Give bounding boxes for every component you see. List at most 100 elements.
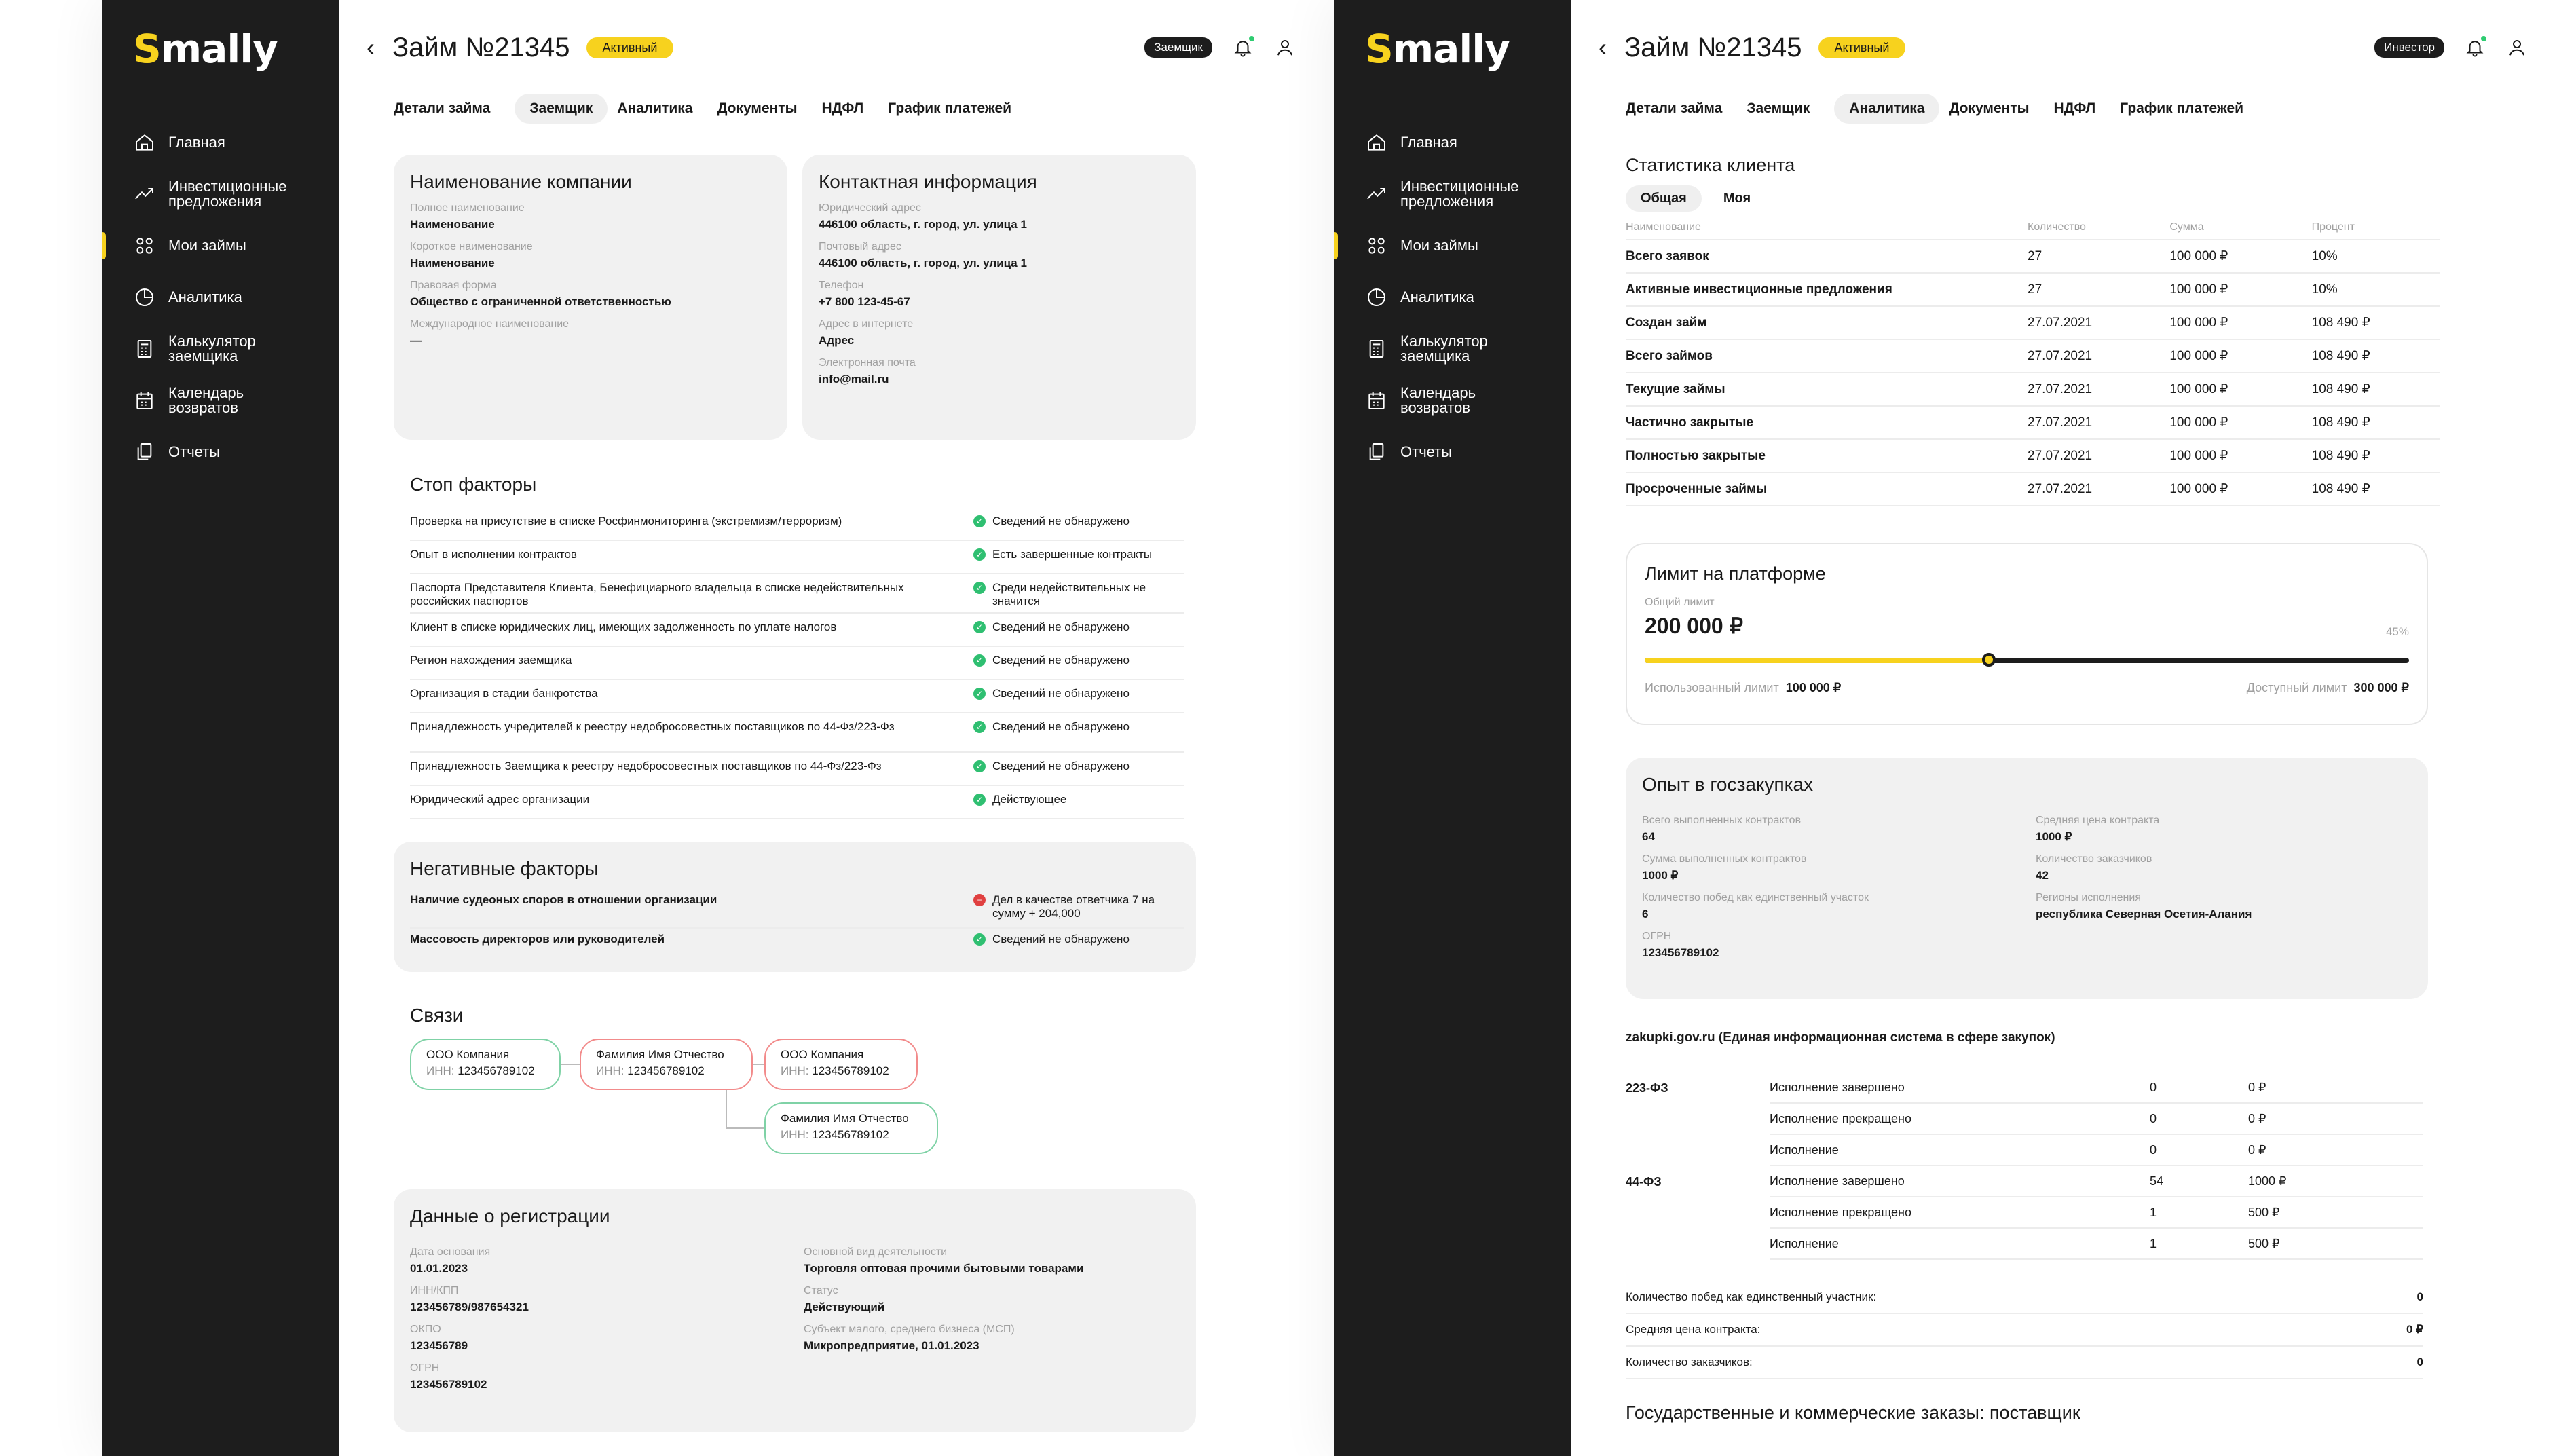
stop-factor-text: Клиент в списке юридических лиц, имеющих… xyxy=(410,620,837,633)
limit-progress-knob[interactable] xyxy=(1981,653,1996,667)
sidebar-item[interactable]: Инвестиционные предложения xyxy=(102,168,339,220)
tab[interactable]: Документы xyxy=(1949,94,2044,124)
role-badge[interactable]: Инвестор xyxy=(2374,37,2444,58)
field-label: Юридический адрес xyxy=(819,202,921,214)
sidebar-item[interactable]: Главная xyxy=(102,117,339,168)
tab[interactable]: График платежей xyxy=(888,94,1026,124)
logo[interactable]: Smally xyxy=(133,26,278,72)
zakupki-status: Исполнение xyxy=(1770,1229,2150,1260)
trend-icon xyxy=(133,183,156,206)
stats-cell: 10% xyxy=(2311,282,2338,297)
links-title: Связи xyxy=(410,1005,464,1026)
field-value: Торговля оптовая прочими бытовыми товара… xyxy=(804,1262,1084,1275)
link-node-company-1[interactable]: ООО Компания ИНН: 123456789102 xyxy=(410,1039,561,1090)
zakupki-summary: Количество побед как единственный участн… xyxy=(1626,1282,2423,1379)
registration-fields-left: Дата основания 01.01.2023 ИНН/КПП 123456789… xyxy=(410,1237,804,1392)
field-value: республика Северная Осетия-Алания xyxy=(2036,908,2252,920)
field-value: info@mail.ru xyxy=(819,373,889,386)
field-value: Общество с ограниченной ответственностью xyxy=(410,295,671,308)
user-icon[interactable] xyxy=(1273,36,1296,59)
stop-factor-status: ✓ Среди недействительных не значится xyxy=(973,581,1177,612)
tab[interactable]: Заемщик xyxy=(1747,94,1825,124)
user-icon[interactable] xyxy=(2505,36,2528,59)
switch-general[interactable]: Общая xyxy=(1626,185,1702,212)
stats-switch: Общая Моя xyxy=(1626,185,2440,212)
stats-cell: 108 490 ₽ xyxy=(2311,415,2370,430)
tab[interactable]: Заемщик xyxy=(515,94,608,124)
stop-factor-row: Опыт в исполнении контрактов ✓ Есть заверш… xyxy=(410,541,1184,574)
zakupki-count: 1 xyxy=(2150,1197,2248,1229)
back-icon[interactable]: ‹ xyxy=(367,33,375,62)
stats-cell: 108 490 ₽ xyxy=(2311,349,2370,363)
summary-value: 0 xyxy=(2416,1356,2423,1368)
field-label: Электронная почта xyxy=(819,357,916,369)
tab[interactable]: Аналитика xyxy=(1834,94,1940,124)
zakupki-sum: 1000 ₽ xyxy=(2248,1166,2423,1197)
tab[interactable]: Документы xyxy=(717,94,812,124)
field-value: 6 xyxy=(1642,908,1649,920)
link-node-company-2[interactable]: ООО Компания ИНН: 123456789102 xyxy=(764,1039,918,1090)
registration-title: Данные о регистрации xyxy=(410,1206,610,1227)
bell-icon[interactable] xyxy=(2463,36,2486,59)
stats-row: Полностью закрытые 27.07.2021 100 000 ₽ 108… xyxy=(1626,440,2440,473)
stop-factor-row: Регион нахождения заемщика ✓ Сведений не о… xyxy=(410,647,1184,680)
sidebar-item[interactable]: Аналитика xyxy=(1334,272,1571,323)
check-icon: ✓ xyxy=(973,933,986,946)
sidebar-item[interactable]: Мои займы xyxy=(1334,220,1571,272)
sidebar-nav: Главная Инвестиционные предложения Мои зай… xyxy=(1334,117,1571,478)
tab[interactable]: График платежей xyxy=(2120,94,2258,124)
sidebar-item[interactable]: Календарь возвратов xyxy=(102,375,339,426)
switch-mine[interactable]: Моя xyxy=(1709,185,1766,212)
sidebar-item-label: Мои займы xyxy=(1400,237,1478,254)
role-badge[interactable]: Заемщик xyxy=(1144,37,1212,58)
pie-icon xyxy=(1365,286,1388,309)
link-node-person-1[interactable]: Фамилия Имя Отчество ИНН: 123456789102 xyxy=(580,1039,753,1090)
sidebar-item[interactable]: Калькулятор заемщика xyxy=(1334,323,1571,375)
zakupki-status: Исполнение завершено xyxy=(1770,1072,2150,1104)
calendar-icon xyxy=(133,389,156,412)
law-label: 223-ФЗ xyxy=(1626,1081,1668,1095)
sidebar-item[interactable]: Отчеты xyxy=(1334,426,1571,478)
stats-cell: 108 490 ₽ xyxy=(2311,382,2370,396)
stats-cell: 100 000 ₽ xyxy=(2169,449,2228,463)
experience-fields-left: Всего выполненных контрактов 64 Сумма выпо… xyxy=(1642,805,2036,960)
stats-row: Всего заявок 27 100 000 ₽ 10% xyxy=(1626,240,2440,274)
field-label: Количество заказчиков xyxy=(2036,853,2152,865)
field-value: — xyxy=(410,334,422,347)
sidebar-nav: Главная Инвестиционные предложения Мои зай… xyxy=(102,117,339,478)
zakupki-status: Исполнение прекращено xyxy=(1770,1104,2150,1135)
tab[interactable]: Аналитика xyxy=(617,94,707,124)
main-content: ‹ Займ №21345 Активный Инвестор Детали з… xyxy=(1571,0,2576,1456)
stop-factor-status-text: Сведений не обнаружено xyxy=(992,515,1130,527)
back-icon[interactable]: ‹ xyxy=(1599,33,1607,62)
sidebar-item[interactable]: Аналитика xyxy=(102,272,339,323)
stats-cell: 108 490 ₽ xyxy=(2311,482,2370,496)
field-label: Короткое наименование xyxy=(410,241,533,253)
stats-cell: 27.07.2021 xyxy=(2028,448,2093,463)
grid-icon xyxy=(133,234,156,257)
sidebar-item[interactable]: Главная xyxy=(1334,117,1571,168)
tab[interactable]: НДФЛ xyxy=(822,94,879,124)
calculator-icon xyxy=(133,337,156,360)
borrower-screen: Smally Главная Инвестиционные предложения… xyxy=(102,0,1354,1456)
sidebar-item[interactable]: Калькулятор заемщика xyxy=(102,323,339,375)
negative-factor-status: ✓ Сведений не обнаружено xyxy=(973,933,1177,960)
field-value: Микропредприятие, 01.01.2023 xyxy=(804,1339,979,1352)
tab[interactable]: Детали займа xyxy=(1626,94,1737,124)
field-label: ОГРН xyxy=(1642,931,1672,942)
investor-screen: Smally Главная Инвестиционные предложения… xyxy=(1334,0,2576,1456)
sidebar-item[interactable]: Календарь возвратов xyxy=(1334,375,1571,426)
field-value: 123456789102 xyxy=(1642,946,1719,959)
sidebar-item[interactable]: Инвестиционные предложения xyxy=(1334,168,1571,220)
bell-icon[interactable] xyxy=(1231,36,1254,59)
logo[interactable]: Smally xyxy=(1365,26,1510,72)
sidebar-item[interactable]: Мои займы xyxy=(102,220,339,272)
stats-cell: 100 000 ₽ xyxy=(2169,249,2228,263)
link-node-person-2[interactable]: Фамилия Имя Отчество ИНН: 123456789102 xyxy=(764,1102,938,1154)
available-limit-value: 300 000 ₽ xyxy=(2353,681,2409,694)
field-value: 64 xyxy=(1642,830,1655,843)
tab[interactable]: НДФЛ xyxy=(2054,94,2111,124)
tab[interactable]: Детали займа xyxy=(394,94,505,124)
sidebar-item[interactable]: Отчеты xyxy=(102,426,339,478)
field-label: Почтовый адрес xyxy=(819,241,901,253)
